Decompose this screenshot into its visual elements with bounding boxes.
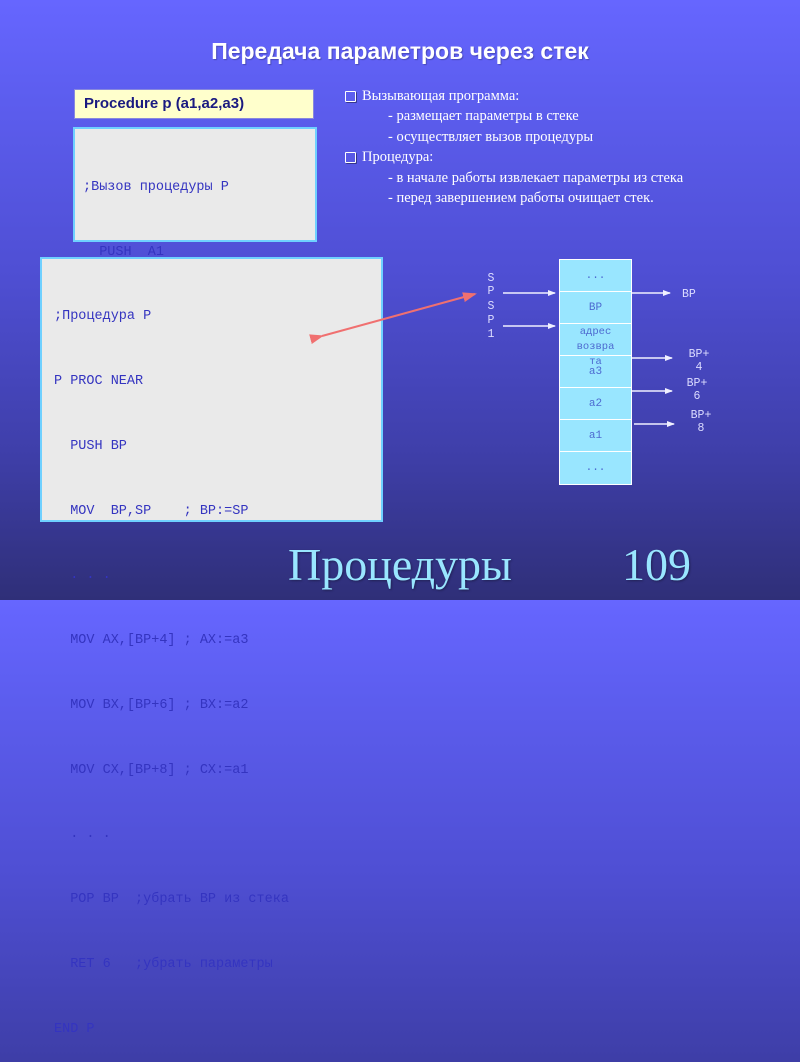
stack-cell-return-address: адрес возвра та [560,324,631,368]
code-line: . . . [54,827,111,843]
code-line: ;Процедура P [54,309,152,325]
sub-item: - размещает параметры в стеке [388,108,579,125]
sp-label: S P [487,272,495,298]
bp-label: BP [682,288,696,301]
sub-item: - перед завершением работы очищает стек. [388,190,654,207]
checkbox-bullet-icon [345,90,356,102]
code-line: ;Вызов процедуры P [83,180,229,195]
bp-plus-8-label: BP+ 8 [690,409,712,435]
stack-cell-a1: a1 [560,420,631,452]
code-line: MOV CX,[BP+8] ; CX:=a1 [54,762,249,778]
addr-line: возвра [576,341,615,353]
procedure-signature: Procedure p (a1,a2,a3) [74,89,314,119]
addr-line: та [589,356,602,368]
bullet-list: Вызывающая программа: - размещает параме… [345,86,683,208]
bullet-item: Вызывающая программа: [345,86,683,106]
code-line: MOV AX,[BP+4] ; AX:=a3 [54,633,249,649]
bullet-item: Процедура: [345,147,683,167]
sub-item: - в начале работы извлекает параметры из… [388,169,684,186]
code-line: POP BP ;убрать BP из стека [54,892,289,908]
stack-cell-bottom-ellipsis: ... [585,462,606,474]
procedure-code-block: ;Процедура P P PROC NEAR PUSH BP MOV BP,… [40,257,383,1037]
call-code-block: ;Вызов процедуры P PUSH A1 PUSH A2 PUSH … [73,127,317,453]
footer-title: Процедуры [288,539,512,590]
stack-cell-a2: a2 [560,388,631,420]
stack-cell-top-ellipsis: ... [560,260,631,292]
checkbox-bullet-icon [345,151,356,163]
code-line: RET 6 ;убрать параметры [54,957,273,972]
stack-diagram: ... BP адрес возвра та a3 a2 a1 ... [559,259,632,485]
sub-item: - осуществляет вызов процедуры [388,128,594,145]
bp-plus-4-label: BP+ 4 [688,348,710,374]
code-line: MOV BP,SP ; BP:=SP [54,503,249,519]
code-line: PUSH BP [54,438,127,454]
code-line: END P [54,1021,95,1037]
code-line: MOV BX,[BP+6] ; BX:=a2 [54,697,249,713]
bullet-label: Вызывающая программа: [362,88,520,104]
page-number: 109 [622,539,691,590]
code-line: P PROC NEAR [54,373,144,389]
sp1-label: S P 1 [487,300,495,341]
stack-cell-bp: BP [560,292,631,324]
slide-title: Передача параметров через стек [211,38,589,64]
addr-line: адрес [579,326,612,338]
bp-plus-6-label: BP+ 6 [686,377,708,403]
bullet-label: Процедура: [362,149,434,166]
